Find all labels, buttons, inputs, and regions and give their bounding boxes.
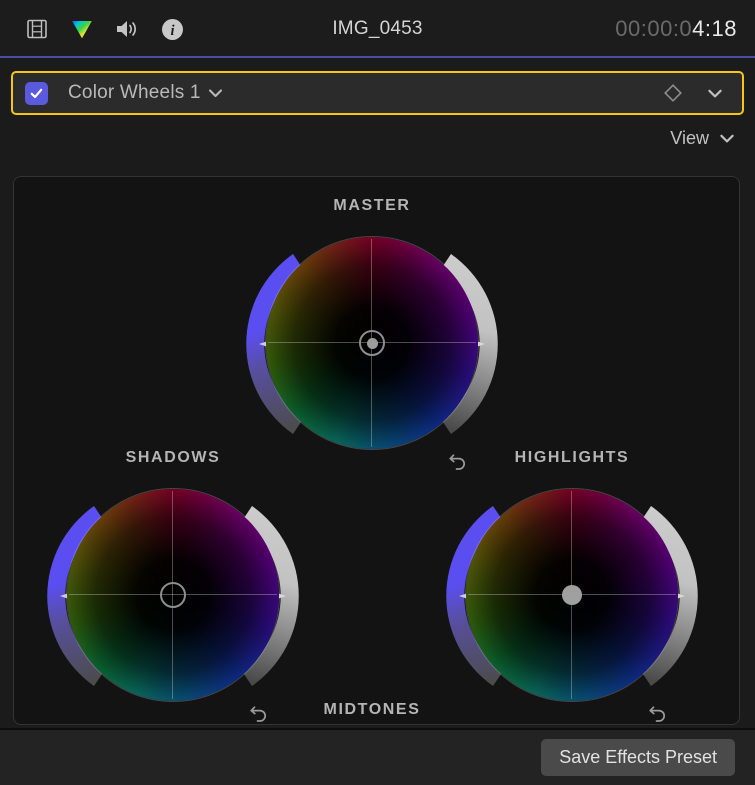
wheel-label-master: MASTER <box>333 197 411 214</box>
puck-solid <box>562 585 582 605</box>
wheel-group-midtones: MIDTONES <box>231 701 513 724</box>
inspector-toolbar: i IMG_0453 00:00:04:18 <box>0 0 755 58</box>
wheel-stage-shadows <box>32 489 314 721</box>
wheel-group-highlights: HIGHLIGHTS <box>431 449 713 724</box>
view-label: View <box>670 128 709 148</box>
timecode-display[interactable]: 00:00:04:18 <box>615 16 737 42</box>
color-wheels-panel: MASTER SHADOWS HIGHLIGHTS MIDTONES <box>13 176 740 725</box>
wheel-group-shadows: SHADOWS <box>32 449 314 724</box>
wheel-label-highlights: HIGHLIGHTS <box>514 449 630 466</box>
diamond-icon[interactable] <box>658 78 688 108</box>
wheel-label-midtones: MIDTONES <box>323 701 421 718</box>
puck-ring <box>160 582 186 608</box>
color-wheels-inspector: i IMG_0453 00:00:04:18 Color Wheels 1 Vi… <box>0 0 755 785</box>
save-effects-preset-button[interactable]: Save Effects Preset <box>541 739 735 776</box>
inspector-tab-icons: i <box>0 14 187 44</box>
color-puck-master[interactable] <box>359 330 385 356</box>
wheel-group-master: MASTER <box>231 197 513 489</box>
info-inspector-icon[interactable]: i <box>157 14 187 44</box>
wheel-stage-highlights <box>431 489 713 721</box>
bottom-bar: Save Effects Preset <box>0 728 755 785</box>
wheel-stage-master <box>231 237 513 469</box>
audio-inspector-icon[interactable] <box>112 14 142 44</box>
view-dropdown[interactable]: View <box>670 128 735 149</box>
color-inspector-icon[interactable] <box>67 14 97 44</box>
svg-text:i: i <box>170 23 174 39</box>
timecode-dim-part: 00:00:0 <box>615 16 693 41</box>
video-inspector-icon[interactable] <box>22 14 52 44</box>
timecode-bright-part: 4:18 <box>692 16 737 41</box>
effect-header-row[interactable]: Color Wheels 1 <box>11 71 744 115</box>
effect-enable-checkbox[interactable] <box>25 81 48 105</box>
reset-button-highlights[interactable] <box>644 699 672 724</box>
color-puck-highlights[interactable] <box>562 585 582 605</box>
puck-dot <box>366 337 378 349</box>
puck-ring <box>359 330 385 356</box>
effect-name-label: Color Wheels 1 <box>68 82 201 103</box>
wheel-label-shadows: SHADOWS <box>125 449 221 466</box>
effect-menu-chevron-down-icon[interactable] <box>700 78 730 108</box>
color-puck-shadows[interactable] <box>160 582 186 608</box>
chevron-down-icon[interactable] <box>208 88 223 98</box>
chevron-down-icon[interactable] <box>719 133 735 144</box>
